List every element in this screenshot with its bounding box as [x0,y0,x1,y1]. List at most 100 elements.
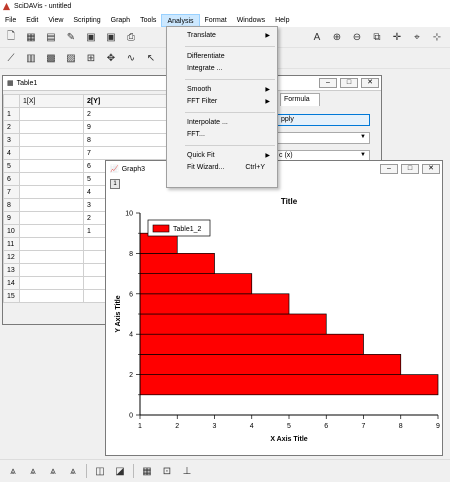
maximize-button[interactable]: □ [340,78,358,88]
row-number[interactable]: 3 [3,133,20,147]
pointer-icon[interactable]: ↖ [144,52,158,66]
cell-x[interactable] [19,289,84,303]
menu-item-differentiate[interactable]: Differentiate [167,51,277,63]
axes-icon[interactable]: ⊥ [180,464,194,478]
line-plot-icon[interactable]: ⟋ [4,52,18,66]
menu-item-fft-filter[interactable]: FFT Filter ▶ [167,96,277,108]
floor-data-icon[interactable]: ◫ [93,464,107,478]
menu-item-translate[interactable]: Translate ▶ [167,30,277,42]
menu-tools[interactable]: Tools [135,14,161,27]
cell-x[interactable] [19,276,84,290]
new-table-icon[interactable]: ▦ [24,31,38,45]
crosshair-icon[interactable]: ✛ [390,31,404,45]
move-icon[interactable]: ✥ [104,52,118,66]
menu-help[interactable]: Help [270,14,294,27]
layer-icon[interactable]: ▨ [64,52,78,66]
cell-x[interactable] [19,237,84,251]
cell-y[interactable]: 2 [83,107,169,121]
menu-item-fit-wizard[interactable]: Fit Wizard... Ctrl+Y [167,162,277,174]
filled-mesh-icon[interactable]: ⩓ [66,464,80,478]
rescale-icon[interactable]: ⧉ [370,31,384,45]
menu-edit[interactable]: Edit [21,14,43,27]
table-row: 38 [3,133,169,147]
row-number[interactable]: 15 [3,289,20,303]
cell-y[interactable]: 8 [83,133,169,147]
cell-x[interactable] [19,185,84,199]
cell-x[interactable] [19,107,84,121]
menu-analysis[interactable]: Analysis [161,13,200,27]
zoom-out-icon[interactable]: ⊖ [350,31,364,45]
data-reader-icon[interactable]: ⌖ [410,31,424,45]
row-number[interactable]: 8 [3,198,20,212]
new-matrix-icon[interactable]: ▤ [44,31,58,45]
row-number[interactable]: 14 [3,276,20,290]
row-number[interactable]: 10 [3,224,20,238]
cell-y[interactable]: 9 [83,120,169,134]
menu-format[interactable]: Format [200,14,232,27]
image-icon[interactable]: ▩ [44,52,58,66]
grid-icon[interactable]: ▦ [140,464,154,478]
new-project-icon[interactable]: 🗋 [4,31,18,45]
cell-x[interactable] [19,146,84,160]
menu-item-fft[interactable]: FFT... [167,129,277,141]
row-number[interactable]: 12 [3,250,20,264]
column-header-y[interactable]: 2[Y] [83,94,169,108]
menu-item-smooth[interactable]: Smooth ▶ [167,84,277,96]
surface-toolbar: ⩓ ⩓ ⩓ ⩓ ◫ ◪ ▦ ⊡ ⊥ [0,459,450,482]
arrange-icon[interactable]: ⊞ [84,52,98,66]
floor-iso-icon[interactable]: ◪ [113,464,127,478]
save-as-icon[interactable]: ▣ [104,31,118,45]
box-icon[interactable]: ⊡ [160,464,174,478]
menu-graph[interactable]: Graph [106,14,135,27]
graph-minimize-button[interactable]: – [380,164,398,174]
menu-windows[interactable]: Windows [232,14,270,27]
menu-item-integrate[interactable]: Integrate ... [167,63,277,75]
menu-view[interactable]: View [43,14,68,27]
cell-x[interactable] [19,133,84,147]
new-note-icon[interactable]: ✎ [64,31,78,45]
row-number[interactable]: 9 [3,211,20,225]
column-header-x[interactable]: 1[X] [19,94,84,108]
row-number[interactable]: 13 [3,263,20,277]
cell-x[interactable] [19,224,84,238]
cell-y[interactable]: 7 [83,146,169,160]
submenu-arrow-icon: ▶ [265,99,270,105]
row-number[interactable]: 11 [3,237,20,251]
graph-close-button[interactable]: ✕ [422,164,440,174]
function-combo[interactable]: ▼ [276,132,370,144]
zoom-in-icon[interactable]: ⊕ [330,31,344,45]
cell-x[interactable] [19,159,84,173]
menu-scripting[interactable]: Scripting [68,14,105,27]
menu-file[interactable]: File [0,14,21,27]
apply-button[interactable]: pply [276,114,370,126]
curve-icon[interactable]: ∿ [124,52,138,66]
wireframe-icon[interactable]: ⩓ [6,464,20,478]
row-number[interactable]: 5 [3,159,20,173]
print-icon[interactable]: ⎙ [124,31,138,45]
menu-item-interpolate[interactable]: Interpolate ... [167,117,277,129]
row-number[interactable]: 2 [3,120,20,134]
row-number[interactable]: 1 [3,107,20,121]
tab-formula[interactable]: Formula [280,93,320,106]
plot-wizard-icon[interactable]: ▥ [24,52,38,66]
cell-x[interactable] [19,250,84,264]
save-icon[interactable]: ▣ [84,31,98,45]
row-number[interactable]: 6 [3,172,20,186]
minimize-button[interactable]: – [319,78,337,88]
cell-x[interactable] [19,120,84,134]
cell-x[interactable] [19,172,84,186]
menu-item-quick-fit[interactable]: Quick Fit ▶ [167,150,277,162]
text-tool-icon[interactable]: A [310,31,324,45]
polygon-icon[interactable]: ⩓ [46,464,60,478]
hidden-line-icon[interactable]: ⩓ [26,464,40,478]
row-number[interactable]: 7 [3,185,20,199]
screen-reader-icon[interactable]: ⊹ [430,31,444,45]
graph-maximize-button[interactable]: □ [401,164,419,174]
row-number[interactable]: 4 [3,146,20,160]
cell-x[interactable] [19,211,84,225]
table-icon: ▦ [7,80,14,87]
cell-x[interactable] [19,263,84,277]
close-button[interactable]: ✕ [361,78,379,88]
cell-x[interactable] [19,198,84,212]
corner-header[interactable] [3,94,20,108]
